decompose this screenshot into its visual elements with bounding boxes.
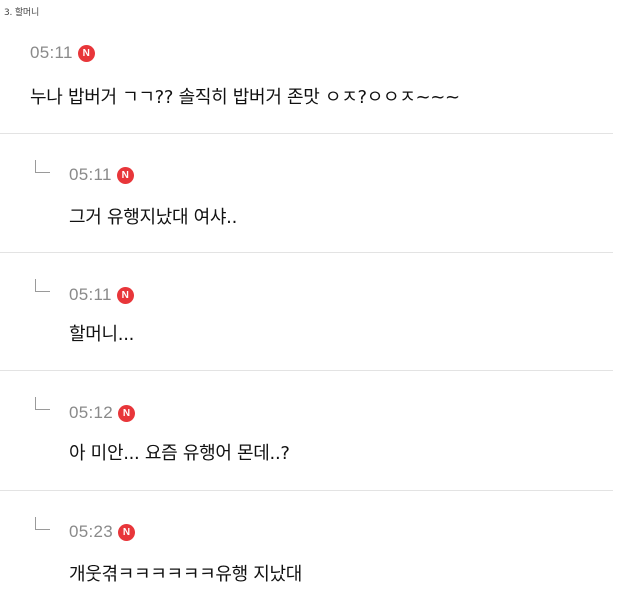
new-badge-icon: N <box>116 166 134 184</box>
reply-text: 그거 유행지났대 여샤.. <box>69 207 238 228</box>
reply-text: 개웃겪ㅋㅋㅋㅋㅋㅋ유행 지났대 <box>69 564 303 585</box>
comment-time: 05:11 <box>30 43 73 62</box>
reply-item: 05:12 N 아 미안... 요즘 유행어 몬데..? <box>0 371 613 491</box>
reply-time: 05:11 <box>69 165 112 184</box>
reply-time: 05:11 <box>69 285 112 304</box>
comment-item: 05:11 N 누나 밥버거 ㄱㄱ?? 솔직히 밥버거 존맛 ㅇㅈ?ㅇㅇㅈ~~~ <box>0 26 613 134</box>
reply-arrow-icon <box>35 517 50 530</box>
reply-arrow-icon <box>35 160 50 173</box>
reply-text: 아 미안... 요즘 유행어 몬데..? <box>69 443 290 464</box>
reply-time: 05:12 <box>69 403 114 422</box>
reply-arrow-icon <box>35 279 50 292</box>
new-badge-icon: N <box>118 523 136 541</box>
caption: 3. 할머니 <box>4 8 40 18</box>
reply-time: 05:23 <box>69 522 114 541</box>
reply-item: 05:23 N 개웃겪ㅋㅋㅋㅋㅋㅋ유행 지났대 <box>0 491 613 605</box>
new-badge-icon: N <box>118 404 136 422</box>
new-badge-icon: N <box>116 286 134 304</box>
new-badge-icon: N <box>77 44 95 62</box>
reply-item: 05:11 N 할머니... <box>0 253 613 371</box>
reply-item: 05:11 N 그거 유행지났대 여샤.. <box>0 134 613 253</box>
comment-text: 누나 밥버거 ㄱㄱ?? 솔직히 밥버거 존맛 ㅇㅈ?ㅇㅇㅈ~~~ <box>30 87 460 108</box>
reply-text: 할머니... <box>69 324 135 345</box>
reply-arrow-icon <box>35 397 50 410</box>
